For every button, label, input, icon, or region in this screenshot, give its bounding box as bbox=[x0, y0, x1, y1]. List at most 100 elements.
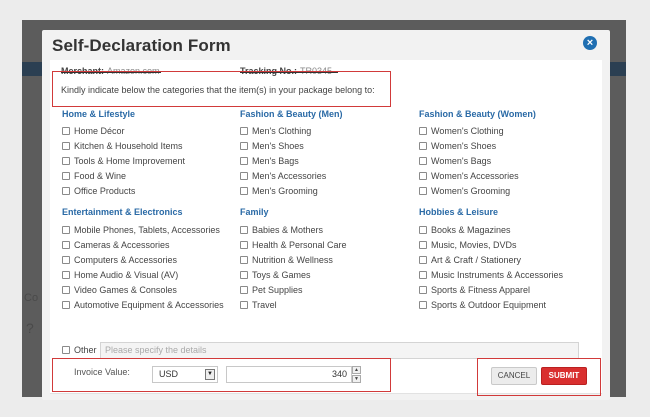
checkbox-item[interactable]: Women's Shoes bbox=[419, 140, 496, 152]
checkbox[interactable] bbox=[62, 271, 70, 279]
checkbox-label: Books & Magazines bbox=[431, 225, 511, 235]
checkbox[interactable] bbox=[240, 226, 248, 234]
checkbox-label: Tools & Home Improvement bbox=[74, 156, 186, 166]
checkbox[interactable] bbox=[419, 271, 427, 279]
checkbox-item[interactable]: Toys & Games bbox=[240, 269, 311, 281]
checkbox-item[interactable]: Men's Accessories bbox=[240, 170, 326, 182]
category-title-fashion-men: Fashion & Beauty (Men) bbox=[240, 109, 343, 119]
checkbox-item[interactable]: Computers & Accessories bbox=[62, 254, 177, 266]
checkbox[interactable] bbox=[419, 127, 427, 135]
checkbox-item[interactable]: Pet Supplies bbox=[240, 284, 303, 296]
currency-select[interactable]: USD ▼ bbox=[152, 366, 218, 383]
stepper-up-icon[interactable]: ▲ bbox=[352, 366, 361, 374]
checkbox[interactable] bbox=[419, 226, 427, 234]
other-option[interactable]: Other bbox=[62, 345, 97, 355]
checkbox[interactable] bbox=[62, 187, 70, 195]
checkbox-item[interactable]: Men's Shoes bbox=[240, 140, 304, 152]
checkbox-label: Travel bbox=[252, 300, 277, 310]
checkbox-item[interactable]: Sports & Fitness Apparel bbox=[419, 284, 530, 296]
category-title-hobbies-leisure: Hobbies & Leisure bbox=[419, 207, 499, 217]
checkbox-label: Music Instruments & Accessories bbox=[431, 270, 564, 280]
checkbox[interactable] bbox=[62, 172, 70, 180]
checkbox-item[interactable]: Women's Clothing bbox=[419, 125, 504, 137]
checkbox[interactable] bbox=[419, 157, 427, 165]
stepper-down-icon[interactable]: ▼ bbox=[352, 375, 361, 383]
checkbox-item[interactable]: Cameras & Accessories bbox=[62, 239, 170, 251]
checkbox[interactable] bbox=[240, 301, 248, 309]
checkbox[interactable] bbox=[419, 241, 427, 249]
checkbox-item[interactable]: Music, Movies, DVDs bbox=[419, 239, 517, 251]
checkbox-label: Home Audio & Visual (AV) bbox=[74, 270, 179, 280]
checkbox[interactable] bbox=[240, 172, 248, 180]
checkbox-label: Women's Bags bbox=[431, 156, 492, 166]
checkbox-label: Automotive Equipment & Accessories bbox=[74, 300, 224, 310]
checkbox-item[interactable]: Men's Bags bbox=[240, 155, 299, 167]
checkbox-item[interactable]: Tools & Home Improvement bbox=[62, 155, 185, 167]
checkbox[interactable] bbox=[62, 301, 70, 309]
tracking-value: TR0345 bbox=[300, 66, 333, 76]
checkbox[interactable] bbox=[419, 187, 427, 195]
checkbox[interactable] bbox=[240, 127, 248, 135]
chevron-down-icon[interactable]: ▼ bbox=[205, 369, 215, 380]
merchant-value: Amazon.com bbox=[107, 66, 160, 76]
modal-header: Self-Declaration Form × bbox=[42, 30, 610, 60]
other-details-input[interactable]: Please specify the details bbox=[100, 342, 579, 359]
checkbox[interactable] bbox=[240, 241, 248, 249]
checkbox-label: Sports & Fitness Apparel bbox=[431, 285, 531, 295]
checkbox-label: Babies & Mothers bbox=[252, 225, 324, 235]
checkbox-item[interactable]: Sports & Outdoor Equipment bbox=[419, 299, 546, 311]
invoice-value-label: Invoice Value: bbox=[74, 367, 130, 377]
checkbox-item[interactable]: Automotive Equipment & Accessories bbox=[62, 299, 224, 311]
checkbox-item[interactable]: Video Games & Consoles bbox=[62, 284, 177, 296]
checkbox[interactable] bbox=[62, 157, 70, 165]
checkbox-item[interactable]: Music Instruments & Accessories bbox=[419, 269, 563, 281]
checkbox-item[interactable]: Nutrition & Wellness bbox=[240, 254, 333, 266]
submit-button[interactable]: SUBMIT bbox=[541, 367, 587, 385]
checkbox-item[interactable]: Travel bbox=[240, 299, 277, 311]
checkbox-item[interactable]: Kitchen & Household Items bbox=[62, 140, 183, 152]
checkbox[interactable] bbox=[240, 187, 248, 195]
cancel-button[interactable]: CANCEL bbox=[491, 367, 537, 385]
checkbox-item[interactable]: Art & Craft / Stationery bbox=[419, 254, 521, 266]
checkbox[interactable] bbox=[419, 286, 427, 294]
checkbox-label: Men's Shoes bbox=[252, 141, 304, 151]
checkbox-item[interactable]: Men's Grooming bbox=[240, 185, 318, 197]
checkbox-item[interactable]: Mobile Phones, Tablets, Accessories bbox=[62, 224, 220, 236]
background-text-fragment: ? bbox=[26, 320, 34, 336]
checkbox-item[interactable]: Books & Magazines bbox=[419, 224, 511, 236]
other-checkbox[interactable] bbox=[62, 346, 70, 354]
checkbox[interactable] bbox=[419, 301, 427, 309]
checkbox-label: Men's Clothing bbox=[252, 126, 312, 136]
checkbox[interactable] bbox=[240, 271, 248, 279]
checkbox-item[interactable]: Men's Clothing bbox=[240, 125, 311, 137]
checkbox[interactable] bbox=[62, 142, 70, 150]
checkbox-item[interactable]: Home Décor bbox=[62, 125, 125, 137]
checkbox[interactable] bbox=[240, 286, 248, 294]
checkbox[interactable] bbox=[419, 172, 427, 180]
checkbox-item[interactable]: Women's Bags bbox=[419, 155, 491, 167]
checkbox[interactable] bbox=[240, 142, 248, 150]
checkbox[interactable] bbox=[419, 142, 427, 150]
checkbox[interactable] bbox=[62, 256, 70, 264]
checkbox-item[interactable]: Home Audio & Visual (AV) bbox=[62, 269, 178, 281]
checkbox[interactable] bbox=[62, 286, 70, 294]
amount-stepper[interactable]: ▲ ▼ bbox=[352, 366, 361, 383]
checkbox[interactable] bbox=[240, 256, 248, 264]
checkbox[interactable] bbox=[62, 241, 70, 249]
checkbox-item[interactable]: Health & Personal Care bbox=[240, 239, 347, 251]
checkbox-item[interactable]: Women's Grooming bbox=[419, 185, 510, 197]
background-text-fragment: Co bbox=[24, 292, 39, 304]
checkbox[interactable] bbox=[62, 226, 70, 234]
checkbox[interactable] bbox=[419, 256, 427, 264]
invoice-amount-input[interactable]: 340 bbox=[226, 366, 352, 383]
checkbox[interactable] bbox=[240, 157, 248, 165]
checkbox-label: Men's Accessories bbox=[252, 171, 327, 181]
close-icon[interactable]: × bbox=[583, 36, 597, 50]
checkbox-label: Health & Personal Care bbox=[252, 240, 347, 250]
checkbox-label: Video Games & Consoles bbox=[74, 285, 177, 295]
checkbox-item[interactable]: Food & Wine bbox=[62, 170, 126, 182]
checkbox[interactable] bbox=[62, 127, 70, 135]
checkbox-item[interactable]: Office Products bbox=[62, 185, 135, 197]
checkbox-item[interactable]: Babies & Mothers bbox=[240, 224, 323, 236]
checkbox-item[interactable]: Women's Accessories bbox=[419, 170, 519, 182]
